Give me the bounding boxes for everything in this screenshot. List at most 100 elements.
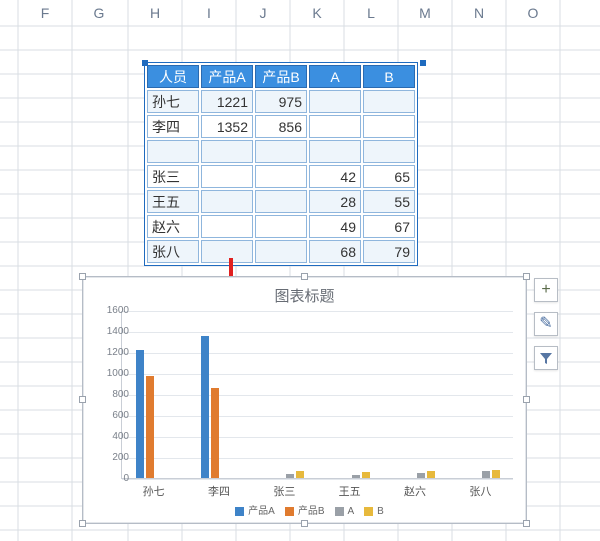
table-row[interactable]: 赵六 4967 xyxy=(147,215,415,238)
selection-handle-tr[interactable] xyxy=(420,60,426,66)
table-cell[interactable] xyxy=(309,140,361,163)
table-cell[interactable] xyxy=(255,215,307,238)
table-cell[interactable]: 赵六 xyxy=(147,215,199,238)
table-cell[interactable]: 79 xyxy=(363,240,415,263)
chart-resize-handle[interactable] xyxy=(523,273,530,280)
chart-ytick: 200 xyxy=(97,452,129,463)
chart-ytick: 400 xyxy=(97,431,129,442)
chart-xcategory: 孙七 xyxy=(124,483,184,499)
chart-ytick: 800 xyxy=(97,389,129,400)
table-cell[interactable]: 李四 xyxy=(147,115,199,138)
table-row[interactable]: 张八 6879 xyxy=(147,240,415,263)
chart-legend: 产品A 产品B A B xyxy=(83,502,526,517)
table-header-cell[interactable]: A xyxy=(309,65,361,88)
chart-bar xyxy=(427,471,435,478)
table-cell[interactable]: 王五 xyxy=(147,190,199,213)
chart-resize-handle[interactable] xyxy=(79,520,86,527)
chart-ytick: 0 xyxy=(97,473,129,484)
chart-bar xyxy=(492,470,500,478)
table-cell[interactable]: 49 xyxy=(309,215,361,238)
chart-bar xyxy=(136,350,144,478)
chart-bar xyxy=(417,473,425,478)
table-cell[interactable]: 65 xyxy=(363,165,415,188)
table-cell[interactable] xyxy=(255,165,307,188)
chart-style-button[interactable]: ✎ xyxy=(534,312,558,336)
table-cell[interactable] xyxy=(255,240,307,263)
table-cell[interactable]: 孙七 xyxy=(147,90,199,113)
column-header[interactable]: O xyxy=(506,5,560,21)
chart-bar xyxy=(146,376,154,478)
table-cell[interactable] xyxy=(363,90,415,113)
chart-xcategory: 张八 xyxy=(450,483,510,499)
chart-resize-handle[interactable] xyxy=(523,520,530,527)
table-cell[interactable]: 856 xyxy=(255,115,307,138)
column-header[interactable]: F xyxy=(18,5,72,21)
table-cell[interactable]: 张三 xyxy=(147,165,199,188)
chart-resize-handle[interactable] xyxy=(79,273,86,280)
chart-resize-handle[interactable] xyxy=(523,396,530,403)
chart-xcategory: 赵六 xyxy=(385,483,445,499)
legend-label: A xyxy=(348,506,355,517)
chart-filter-button[interactable] xyxy=(534,346,558,370)
chart-object[interactable]: 图表标题 孙七李四张三王五赵六张八 0200400600800100012001… xyxy=(82,276,527,524)
table-cell[interactable]: 1221 xyxy=(201,90,253,113)
table-header-cell[interactable]: 产品A xyxy=(201,65,253,88)
chart-xcategory: 王五 xyxy=(320,483,380,499)
table-cell[interactable] xyxy=(201,165,253,188)
table-header-cell[interactable]: 产品B xyxy=(255,65,307,88)
table-cell[interactable] xyxy=(201,190,253,213)
selection-handle-tl[interactable] xyxy=(142,60,148,66)
table-cell[interactable]: 1352 xyxy=(201,115,253,138)
table-cell[interactable]: 42 xyxy=(309,165,361,188)
table-header-cell[interactable]: B xyxy=(363,65,415,88)
legend-label: 产品A xyxy=(248,506,275,517)
table-cell[interactable] xyxy=(255,140,307,163)
table-row[interactable] xyxy=(147,140,415,163)
chart-bar xyxy=(286,474,294,478)
table-cell[interactable]: 67 xyxy=(363,215,415,238)
chart-bar xyxy=(211,388,219,478)
table-cell[interactable] xyxy=(363,140,415,163)
table-cell[interactable] xyxy=(201,140,253,163)
chart-ytick: 1200 xyxy=(97,347,129,358)
table-row[interactable]: 王五 2855 xyxy=(147,190,415,213)
chart-resize-handle[interactable] xyxy=(301,273,308,280)
legend-label: 产品B xyxy=(298,506,325,517)
table-cell[interactable]: 28 xyxy=(309,190,361,213)
table-row[interactable]: 孙七1221975 xyxy=(147,90,415,113)
chart-xcategory: 李四 xyxy=(189,483,249,499)
chart-title[interactable]: 图表标题 xyxy=(83,285,526,306)
table-cell[interactable]: 975 xyxy=(255,90,307,113)
table-cell[interactable]: 张八 xyxy=(147,240,199,263)
table-cell[interactable] xyxy=(309,115,361,138)
column-header[interactable]: M xyxy=(398,5,452,21)
column-header[interactable]: N xyxy=(452,5,506,21)
table-cell[interactable] xyxy=(201,215,253,238)
table-header-cell[interactable]: 人员 xyxy=(147,65,199,88)
table-cell[interactable]: 68 xyxy=(309,240,361,263)
table-cell[interactable] xyxy=(147,140,199,163)
column-header[interactable]: J xyxy=(236,5,290,21)
chart-plot-area xyxy=(121,311,513,479)
chart-resize-handle[interactable] xyxy=(79,396,86,403)
chart-bar xyxy=(296,471,304,478)
column-header[interactable]: H xyxy=(128,5,182,21)
table-cell[interactable] xyxy=(363,115,415,138)
table-cell[interactable]: 55 xyxy=(363,190,415,213)
chart-ytick: 1400 xyxy=(97,326,129,337)
chart-add-element-button[interactable]: + xyxy=(534,278,558,302)
legend-label: B xyxy=(377,506,384,517)
table-cell[interactable] xyxy=(309,90,361,113)
column-header[interactable]: G xyxy=(72,5,126,21)
column-header[interactable]: K xyxy=(290,5,344,21)
column-header[interactable]: L xyxy=(344,5,398,21)
chart-resize-handle[interactable] xyxy=(301,520,308,527)
chart-xcategory: 张三 xyxy=(254,483,314,499)
chart-ytick: 600 xyxy=(97,410,129,421)
table-row[interactable]: 张三 4265 xyxy=(147,165,415,188)
chart-bar xyxy=(362,472,370,478)
column-header[interactable]: I xyxy=(182,5,236,21)
table-cell[interactable] xyxy=(255,190,307,213)
data-table[interactable]: 人员产品A产品BAB 孙七1221975李四1352856张三4265王五285… xyxy=(144,62,418,266)
table-row[interactable]: 李四1352856 xyxy=(147,115,415,138)
